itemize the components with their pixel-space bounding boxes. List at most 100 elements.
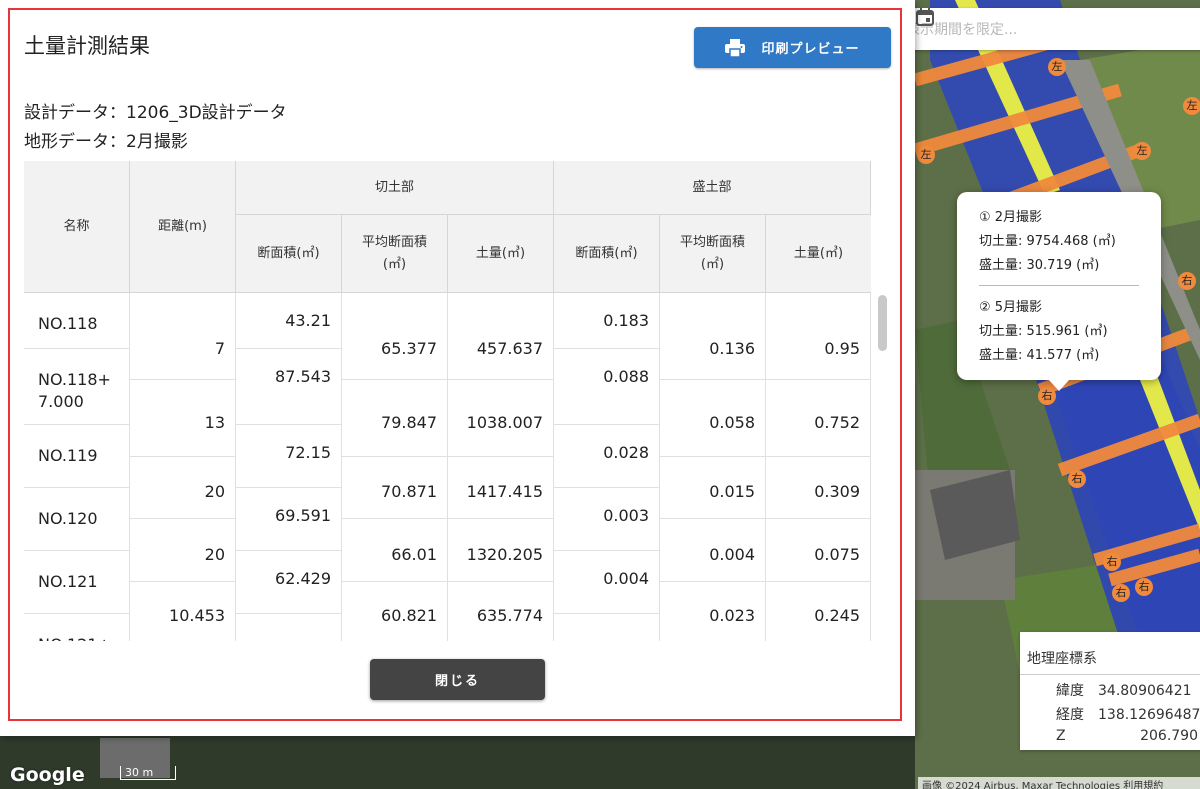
- fill-area-cell: 0.004: [554, 551, 660, 614]
- coord-divider: [1020, 674, 1200, 675]
- tooltip-a-fill: 盛土量: 30.719 (㎥): [979, 258, 1100, 273]
- distance-cell: 20: [130, 519, 236, 582]
- coord-lat-row: 緯度 34.80906421: [1056, 680, 1192, 700]
- header-cut-avg-line1: 平均断面積: [361, 234, 427, 250]
- fill-avg-cell: 0.015: [660, 457, 766, 519]
- map-marker[interactable]: 右: [1103, 553, 1121, 571]
- print-preview-label: 印刷プレビュー: [761, 42, 860, 57]
- cut-volume-cell: 1417.415: [448, 457, 554, 519]
- header-fill-avg-line2: (㎡): [700, 256, 725, 272]
- cut-area-cell: 87.543: [236, 349, 342, 425]
- header-cut-avg-line2: (㎡): [382, 256, 407, 272]
- station-name-cell: NO.119: [24, 425, 130, 488]
- header-fill-group: 盛土部: [554, 161, 871, 215]
- coord-z-value: 206.790: [1140, 728, 1198, 744]
- map-marker[interactable]: 左: [1048, 58, 1066, 76]
- printer-icon: [725, 38, 746, 57]
- cut-avg-cell: 60.821: [342, 582, 448, 641]
- coord-lat-label: 緯度: [1056, 683, 1084, 699]
- fill-avg-cell: 0.136: [660, 293, 766, 380]
- calendar-icon: [916, 8, 934, 26]
- design-data-label: 設計データ：1206_3D設計データ: [24, 103, 287, 123]
- header-name: 名称: [24, 161, 130, 293]
- map-scale: 30 m: [120, 766, 176, 780]
- header-cut-volume: 土量(㎥): [448, 215, 554, 293]
- distance-cell: 7: [130, 293, 236, 380]
- cut-area-cell: 69.591: [236, 488, 342, 551]
- google-logo: Google: [10, 764, 85, 786]
- station-name-cell: NO.118: [24, 293, 130, 349]
- map-marker[interactable]: 左: [1133, 142, 1151, 160]
- print-preview-button[interactable]: 印刷プレビュー: [694, 27, 891, 68]
- tooltip-b-title: ② 5月撮影: [979, 300, 1043, 315]
- fill-volume-cell: 0.245: [766, 582, 871, 641]
- cut-volume-cell: 1320.205: [448, 519, 554, 582]
- map-marker[interactable]: 右: [1178, 272, 1196, 290]
- fill-volume-cell: 0.075: [766, 519, 871, 582]
- table-body: NO.118 43.21 0.183 NO.118+ 7.000 87.543 0.088…: [24, 293, 871, 641]
- close-label: 閉じる: [434, 674, 480, 689]
- distance-cell: 20: [130, 457, 236, 519]
- table-header: 名称 距離(m) 切土部 盛土部 断面積(㎡) 平均断面積 (㎡) 土量(㎥) …: [24, 161, 871, 293]
- table-scrollbar[interactable]: [878, 295, 887, 351]
- tooltip-a-cut: 切土量: 9754.468 (㎥): [979, 234, 1116, 249]
- fill-area-cell: 0.003: [554, 488, 660, 551]
- map-marker[interactable]: 左: [1183, 97, 1200, 115]
- cut-volume-cell: 1038.007: [448, 380, 554, 457]
- fill-avg-cell: 0.023: [660, 582, 766, 641]
- terrain-data-label: 地形データ：2月撮影: [24, 132, 188, 152]
- coordinate-panel: 地理座標系 緯度 34.80906421 経度 138.12696487 Z 206.…: [1020, 632, 1200, 750]
- fill-volume-cell: 0.752: [766, 380, 871, 457]
- coord-lon-label: 経度: [1056, 707, 1084, 723]
- date-filter-input[interactable]: 表示期間を限定...: [906, 8, 1200, 50]
- cut-area-cell: 43.21: [236, 293, 342, 349]
- fill-area-cell: 0.028: [554, 425, 660, 488]
- map-marker[interactable]: 左: [917, 146, 935, 164]
- coord-lon-value: 138.12696487: [1098, 707, 1200, 723]
- station-name-cell: NO.121: [24, 551, 130, 614]
- cut-avg-cell: 70.871: [342, 457, 448, 519]
- cut-area-cell: 62.429: [236, 551, 342, 614]
- fill-area-cell: [554, 614, 660, 641]
- header-fill-area: 断面積(㎡): [554, 215, 660, 293]
- volume-table[interactable]: 名称 距離(m) 切土部 盛土部 断面積(㎡) 平均断面積 (㎡) 土量(㎥) …: [24, 161, 871, 641]
- cut-avg-cell: 65.377: [342, 293, 448, 380]
- fill-avg-cell: 0.058: [660, 380, 766, 457]
- tooltip-b-fill: 盛土量: 41.577 (㎥): [979, 348, 1100, 363]
- map-copyright[interactable]: 画像 ©2024 Airbus, Maxar Technologies 利用規約: [918, 777, 1200, 789]
- coord-lat-value: 34.80906421: [1098, 683, 1192, 699]
- cut-area-cell: [236, 614, 342, 641]
- cut-volume-cell: 635.774: [448, 582, 554, 641]
- fill-volume-cell: 0.309: [766, 457, 871, 519]
- header-distance: 距離(m): [130, 161, 236, 293]
- close-button[interactable]: 閉じる: [370, 659, 545, 700]
- dialog-title: 土量計測結果: [24, 34, 150, 58]
- header-cut-avg: 平均断面積 (㎡): [342, 215, 448, 293]
- header-fill-volume: 土量(㎥): [766, 215, 871, 293]
- map-marker[interactable]: 右: [1112, 584, 1130, 602]
- header-cut-group: 切土部: [236, 161, 554, 215]
- coord-lon-row: 経度 138.12696487: [1056, 704, 1200, 724]
- volume-tooltip: ① 2月撮影 切土量: 9754.468 (㎥) 盛土量: 30.719 (㎥)…: [957, 192, 1161, 391]
- fill-avg-cell: 0.004: [660, 519, 766, 582]
- cut-avg-cell: 66.01: [342, 519, 448, 582]
- map-marker[interactable]: 右: [1135, 578, 1153, 596]
- cut-avg-cell: 79.847: [342, 380, 448, 457]
- coord-z-label: Z: [1056, 728, 1066, 744]
- header-fill-avg: 平均断面積 (㎡): [660, 215, 766, 293]
- header-cut-area: 断面積(㎡): [236, 215, 342, 293]
- fill-area-cell: 0.183: [554, 293, 660, 349]
- tooltip-divider: [979, 285, 1139, 286]
- station-name-cell: NO.120: [24, 488, 130, 551]
- tooltip-b-cut: 切土量: 515.961 (㎥): [979, 324, 1108, 339]
- distance-cell: 10.453: [130, 582, 236, 641]
- cut-volume-cell: 457.637: [448, 293, 554, 380]
- map-marker[interactable]: 右: [1068, 470, 1086, 488]
- distance-cell: 13: [130, 380, 236, 457]
- header-fill-avg-line1: 平均断面積: [679, 234, 745, 250]
- volume-result-dialog: 土量計測結果 印刷プレビュー 設計データ：1206_3D設計データ 地形データ：…: [0, 0, 915, 736]
- tooltip-a-title: ① 2月撮影: [979, 210, 1043, 225]
- fill-volume-cell: 0.95: [766, 293, 871, 380]
- coord-title: 地理座標系: [1027, 651, 1097, 667]
- cut-area-cell: 72.15: [236, 425, 342, 488]
